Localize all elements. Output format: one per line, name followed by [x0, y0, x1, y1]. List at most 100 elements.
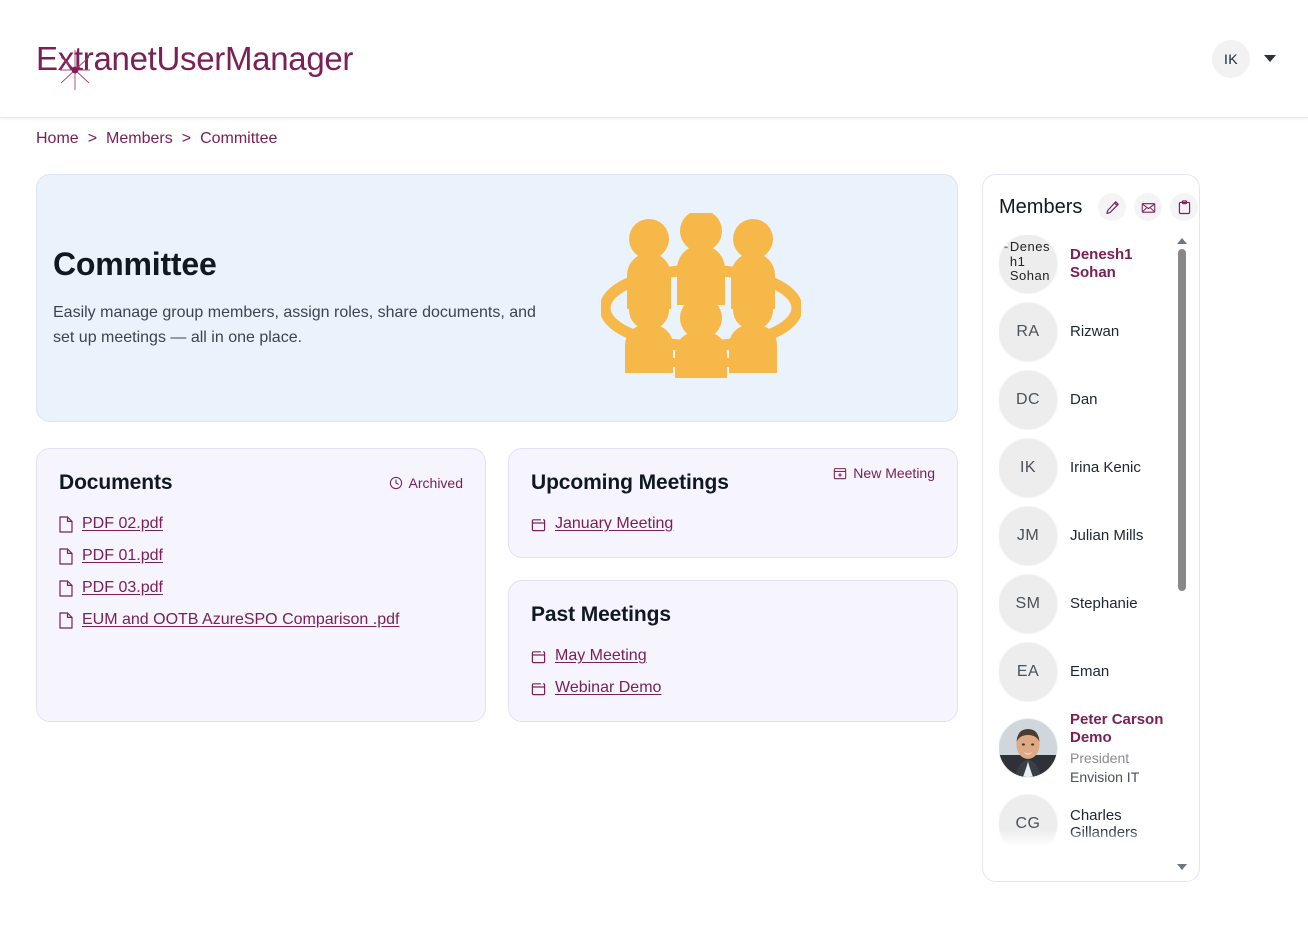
avatar: SM — [999, 575, 1057, 633]
list-item[interactable]: EUM and OOTB AzureSPO Comparison .pdf — [59, 611, 463, 629]
list-item[interactable]: JM Julian Mills — [999, 507, 1173, 565]
edit-members-button[interactable] — [1098, 193, 1127, 221]
member-name[interactable]: Rizwan — [1070, 323, 1119, 341]
list-item[interactable]: DC Dan — [999, 371, 1173, 429]
breadcrumb-item-home[interactable]: Home — [36, 130, 79, 148]
list-item[interactable]: Denesh1 Sohan Denesh1 Sohan — [999, 235, 1173, 293]
members-scrollbar[interactable] — [1175, 237, 1189, 871]
upcoming-meetings-title: Upcoming Meetings — [531, 471, 729, 494]
avatar: CG — [999, 795, 1057, 854]
breadcrumb-separator: > — [87, 130, 98, 147]
list-item[interactable]: Peter Carson Demo President Envision IT — [999, 711, 1173, 785]
upcoming-meetings-card: Upcoming Meetings New Meeting January Me… — [508, 448, 958, 558]
cards-row: Documents Archived PDF 02.pdf PDF 01.pdf… — [36, 448, 958, 722]
committee-people-table-icon — [599, 210, 803, 383]
documents-card: Documents Archived PDF 02.pdf PDF 01.pdf… — [36, 448, 486, 722]
member-name[interactable]: Peter Carson Demo — [1070, 711, 1173, 746]
member-name[interactable]: Irina Kenic — [1070, 459, 1141, 477]
members-panel: Members Denesh1 Sohan Denesh1 Sohan RA R… — [982, 174, 1200, 882]
avatar: IK — [999, 439, 1057, 497]
list-item[interactable]: EA Eman — [999, 643, 1173, 701]
file-icon — [59, 611, 73, 629]
member-info: Dan — [1070, 391, 1098, 409]
list-item[interactable]: January Meeting — [531, 515, 935, 533]
list-item[interactable]: RA Rizwan — [999, 303, 1173, 361]
scroll-up-arrow-icon[interactable] — [1176, 237, 1188, 245]
avatar: EA — [999, 643, 1057, 701]
breadcrumb-item-committee[interactable]: Committee — [200, 130, 277, 148]
past-meetings-title: Past Meetings — [531, 603, 671, 626]
hero-text: Committee Easily manage group members, a… — [53, 246, 553, 351]
member-name[interactable]: Eman — [1070, 663, 1109, 681]
past-meetings-card-header: Past Meetings — [531, 603, 935, 627]
upcoming-meetings-card-header: Upcoming Meetings New Meeting — [531, 465, 935, 495]
clipboard-icon — [1178, 199, 1191, 214]
list-item[interactable]: PDF 01.pdf — [59, 547, 463, 565]
member-info: Peter Carson Demo President Envision IT — [1070, 711, 1173, 785]
member-name[interactable]: Denesh1 Sohan — [1070, 246, 1173, 281]
new-meeting-label: New Meeting — [853, 465, 935, 481]
avatar: Denesh1 Sohan — [999, 235, 1057, 293]
member-photo — [999, 719, 1057, 778]
breadcrumb: Home > Members > Committee — [36, 130, 1308, 148]
meeting-link[interactable]: Webinar Demo — [555, 679, 661, 697]
avatar: DC — [999, 371, 1057, 429]
members-list[interactable]: Denesh1 Sohan Denesh1 Sohan RA Rizwan DC — [999, 235, 1199, 855]
documents-title: Documents — [59, 471, 173, 494]
members-column: Members Denesh1 Sohan Denesh1 Sohan RA R… — [982, 174, 1200, 882]
email-members-button[interactable] — [1134, 193, 1163, 221]
file-icon — [59, 547, 73, 565]
app-logo[interactable]: ExtranetUserManager — [36, 40, 353, 90]
list-item[interactable]: CG Charles Gillanders — [999, 795, 1173, 854]
member-name[interactable]: Charles Gillanders — [1070, 807, 1173, 842]
list-item[interactable]: May Meeting — [531, 647, 935, 665]
page-title: Committee — [53, 245, 217, 282]
past-meetings-card: Past Meetings May Meeting Webinar Demo — [508, 580, 958, 722]
user-menu[interactable]: IK — [1212, 39, 1276, 78]
meeting-link[interactable]: May Meeting — [555, 647, 647, 665]
main-column: Committee Easily manage group members, a… — [36, 174, 958, 722]
members-panel-header: Members — [999, 193, 1199, 221]
member-name[interactable]: Julian Mills — [1070, 527, 1143, 545]
app-header: ExtranetUserManager IK — [0, 0, 1308, 118]
hero-banner: Committee Easily manage group members, a… — [36, 174, 958, 422]
member-org: Envision IT — [1070, 768, 1140, 785]
member-info: Rizwan — [1070, 323, 1119, 341]
calendar-plus-icon — [834, 468, 847, 480]
clipboard-button[interactable] — [1170, 193, 1199, 221]
document-link[interactable]: PDF 01.pdf — [82, 547, 163, 565]
list-item[interactable]: PDF 03.pdf — [59, 579, 463, 597]
list-item[interactable]: SM Stephanie — [999, 575, 1173, 633]
members-title: Members — [999, 195, 1083, 218]
list-item[interactable]: PDF 02.pdf — [59, 515, 463, 533]
file-icon — [59, 515, 73, 533]
file-icon — [59, 579, 73, 597]
avatar-alt-text: Denesh1 Sohan — [1009, 239, 1050, 284]
member-info: Eman — [1070, 663, 1109, 681]
breadcrumb-separator: > — [181, 130, 192, 147]
member-name[interactable]: Stephanie — [1070, 595, 1138, 613]
chevron-down-icon[interactable] — [1264, 55, 1276, 62]
calendar-icon — [531, 649, 546, 663]
member-name[interactable]: Dan — [1070, 391, 1098, 409]
document-link[interactable]: PDF 03.pdf — [82, 579, 163, 597]
new-meeting-button[interactable]: New Meeting — [833, 465, 935, 481]
archived-label: Archived — [408, 475, 463, 491]
envelope-icon — [1141, 202, 1156, 213]
calendar-icon — [531, 517, 546, 531]
member-role: President — [1070, 750, 1130, 767]
archived-button[interactable]: Archived — [389, 475, 463, 491]
avatar: JM — [999, 507, 1057, 565]
avatar[interactable]: IK — [1212, 39, 1250, 78]
clock-icon — [389, 476, 402, 490]
list-item[interactable]: IK Irina Kenic — [999, 439, 1173, 497]
avatar — [999, 719, 1057, 778]
document-link[interactable]: EUM and OOTB AzureSPO Comparison .pdf — [82, 611, 399, 629]
meeting-link[interactable]: January Meeting — [555, 515, 673, 533]
scroll-down-arrow-icon[interactable] — [1176, 863, 1188, 871]
list-item[interactable]: Webinar Demo — [531, 679, 935, 697]
breadcrumb-item-members[interactable]: Members — [106, 130, 173, 148]
document-link[interactable]: PDF 02.pdf — [82, 515, 163, 533]
member-info: Charles Gillanders — [1070, 807, 1173, 842]
scrollbar-thumb[interactable] — [1178, 249, 1186, 591]
